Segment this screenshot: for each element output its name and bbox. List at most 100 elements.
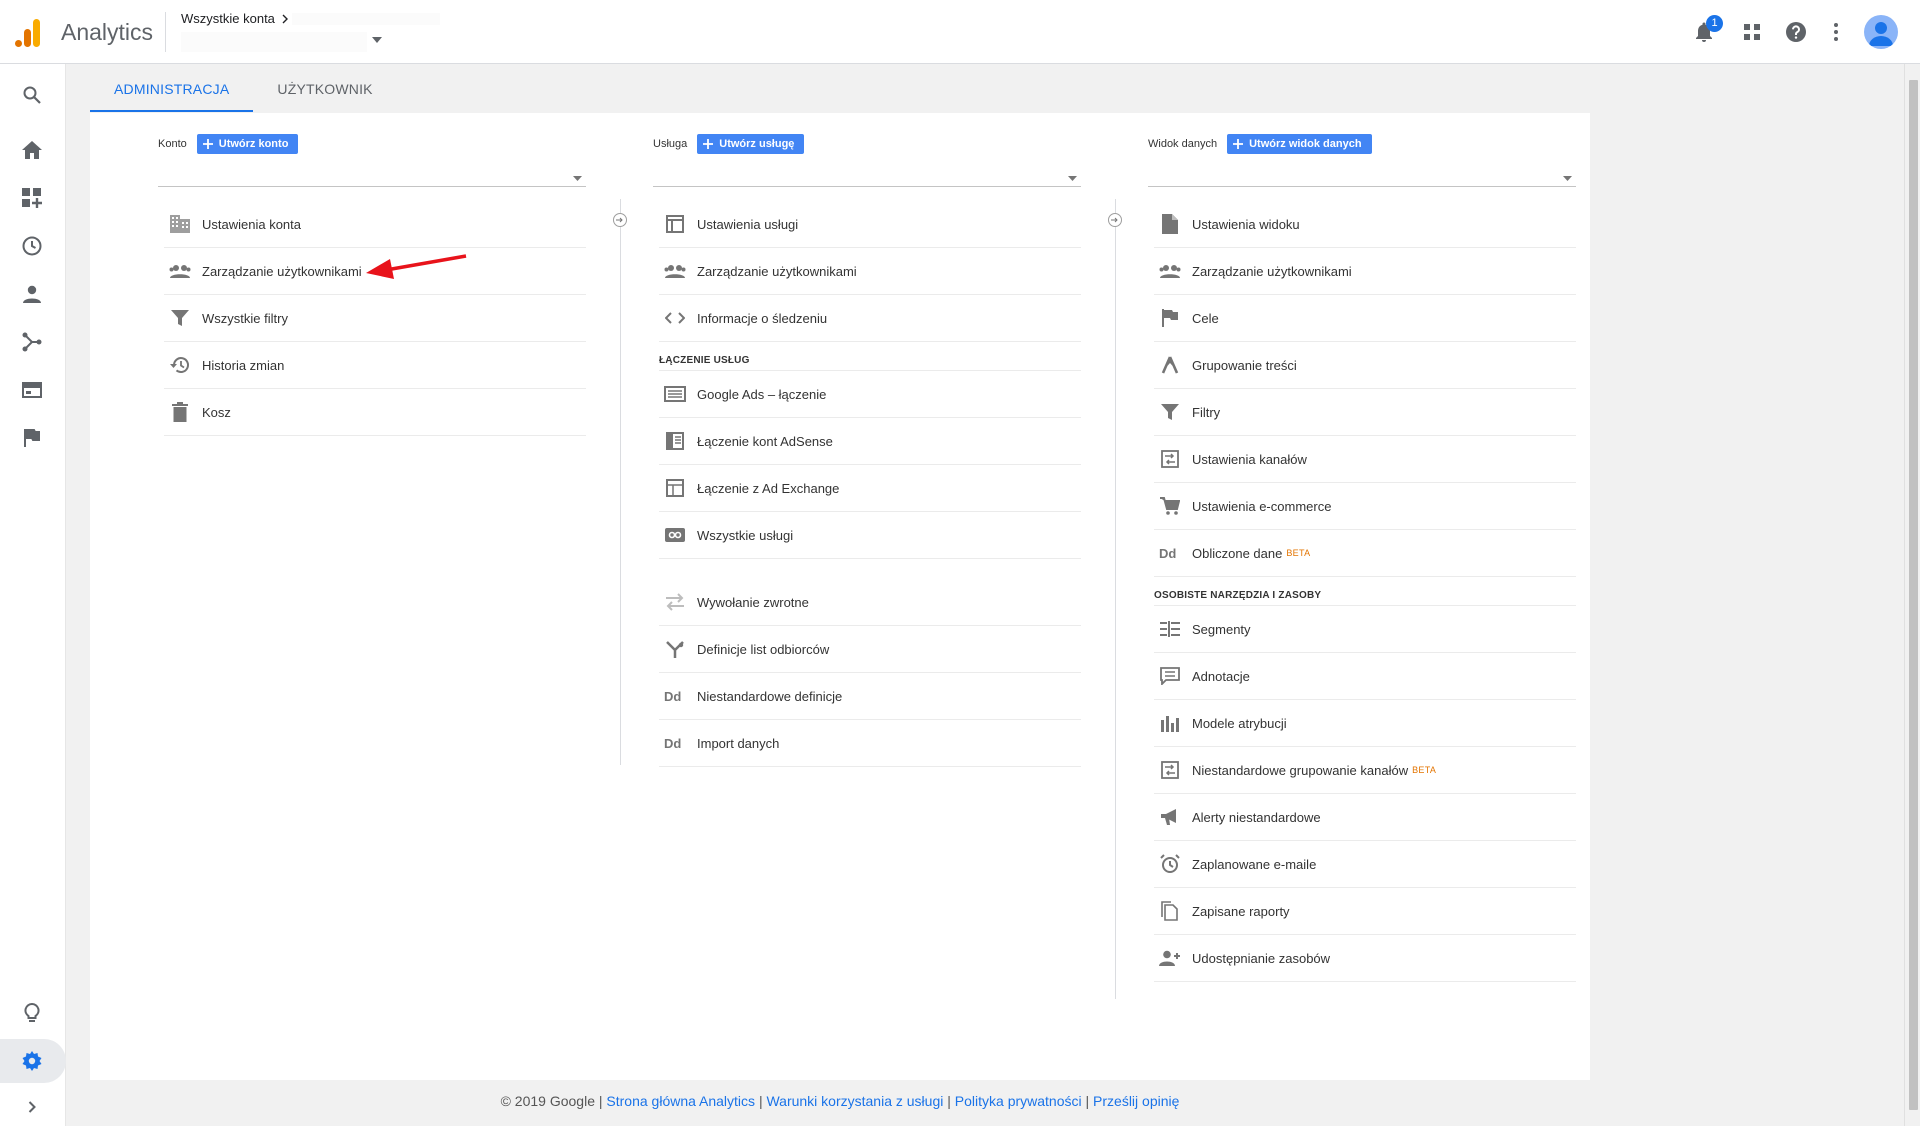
share-assets-item[interactable]: Udostępnianie zasobów (1154, 935, 1576, 982)
footer-separator: | (758, 1093, 763, 1109)
all-products-item[interactable]: Wszystkie usługi (659, 512, 1081, 559)
property-tracking-info-item[interactable]: Informacje o śledzeniu (659, 295, 1081, 342)
alarm-icon (1158, 852, 1182, 876)
google-ads-linking-item[interactable]: Google Ads – łączenie (659, 371, 1081, 418)
copyright: © 2019 Google (500, 1093, 595, 1109)
tab-uzytkownik[interactable]: UŻYTKOWNIK (253, 69, 396, 112)
footer-separator: | (947, 1093, 951, 1109)
nav-insights[interactable] (18, 999, 46, 1027)
channel-grouping-icon (1158, 758, 1182, 782)
saved-reports-item[interactable]: Zapisane raporty (1154, 888, 1576, 935)
create-property-button[interactable]: Utwórz usługę (697, 134, 805, 154)
postbacks-item[interactable]: Wywołanie zwrotne (659, 579, 1081, 626)
chevron-right-icon (281, 14, 289, 24)
flag-icon (1158, 306, 1182, 330)
nav-customization[interactable] (18, 184, 46, 212)
app-title: Analytics (61, 19, 154, 45)
filter-icon (168, 306, 192, 330)
help-button[interactable] (1780, 16, 1812, 48)
account-selector[interactable] (181, 32, 367, 52)
browser-window-icon (22, 382, 42, 398)
cart-icon (1158, 494, 1182, 518)
item-label: Google Ads – łączenie (697, 386, 827, 402)
footer-link-privacy[interactable]: Polityka prywatności (955, 1093, 1082, 1109)
account-items: Ustawienia konta Zarządzanie użytkownika… (164, 201, 586, 436)
calculated-metrics-item[interactable]: Dd Obliczone dane BETA (1154, 530, 1576, 577)
selector-dropdown-icon[interactable] (372, 37, 382, 43)
lightbulb-icon (24, 1003, 40, 1023)
item-label: Ustawienia konta (202, 216, 301, 232)
item-label: Udostępnianie zasobów (1192, 950, 1331, 966)
section-product-linking: ŁĄCZENIE USŁUG (659, 342, 1081, 371)
nav-audience[interactable] (18, 280, 46, 308)
custom-definitions-item[interactable]: Dd Niestandardowe definicje (659, 673, 1081, 720)
item-label: Alerty niestandardowe (1192, 809, 1321, 825)
account-dropdown[interactable] (158, 165, 586, 187)
scrollbar-thumb[interactable] (1909, 80, 1918, 1110)
footer-link-feedback[interactable]: Prześlij opinię (1093, 1093, 1179, 1109)
account-trash-item[interactable]: Kosz (164, 389, 586, 436)
more-options-button[interactable] (1820, 16, 1852, 48)
nav-behavior[interactable] (18, 376, 46, 404)
apps-button[interactable] (1736, 16, 1768, 48)
nav-search[interactable] (18, 81, 46, 109)
view-user-management-item[interactable]: Zarządzanie użytkownikami (1154, 248, 1576, 295)
item-label: Wszystkie usługi (697, 527, 794, 543)
channel-settings-item[interactable]: Ustawienia kanałów (1154, 436, 1576, 483)
nav-conversions[interactable] (18, 424, 46, 452)
account-avatar[interactable] (1864, 15, 1898, 49)
nav-realtime[interactable] (18, 232, 46, 260)
annotation-arrow (366, 253, 470, 283)
create-view-button[interactable]: Utwórz widok danych (1227, 134, 1372, 154)
item-label: Grupowanie treści (1192, 357, 1297, 373)
trash-icon (168, 400, 192, 424)
item-label: Kosz (202, 404, 231, 420)
breadcrumb[interactable]: Wszystkie konta (181, 11, 289, 26)
property-dropdown[interactable] (653, 165, 1081, 187)
breadcrumb-all-accounts[interactable]: Wszystkie konta (181, 11, 275, 26)
apps-grid-icon (1744, 24, 1760, 40)
channel-settings-icon (1158, 447, 1182, 471)
audience-definitions-item[interactable]: Definicje list odbiorców (659, 626, 1081, 673)
svg-text:Dd: Dd (664, 689, 681, 703)
annotations-item[interactable]: Adnotacje (1154, 653, 1576, 700)
data-import-item[interactable]: Dd Import danych (659, 720, 1081, 767)
nav-admin[interactable] (18, 1047, 46, 1075)
tab-administracja[interactable]: ADMINISTRACJA (90, 69, 254, 112)
scrollbar[interactable] (1904, 64, 1920, 1126)
view-dropdown[interactable] (1148, 165, 1576, 187)
scheduled-emails-item[interactable]: Zaplanowane e-maile (1154, 841, 1576, 888)
property-user-management-item[interactable]: Zarządzanie użytkownikami (659, 248, 1081, 295)
plus-icon (703, 139, 714, 149)
segments-item[interactable]: Segmenty (1154, 606, 1576, 653)
footer-separator: | (598, 1093, 603, 1109)
acquisition-icon (22, 332, 42, 352)
property-settings-item[interactable]: Ustawienia usługi (659, 201, 1081, 248)
attribution-models-item[interactable]: Modele atrybucji (1154, 700, 1576, 747)
account-settings-item[interactable]: Ustawienia konta (164, 201, 586, 248)
postbacks-icon (663, 590, 687, 614)
view-filters-item[interactable]: Filtry (1154, 389, 1576, 436)
top-bar: Analytics Wszystkie konta 1 (0, 0, 1920, 64)
account-change-history-item[interactable]: Historia zmian (164, 342, 586, 389)
nav-home[interactable] (18, 136, 46, 164)
nav-acquisition[interactable] (18, 328, 46, 356)
account-all-filters-item[interactable]: Wszystkie filtry (164, 295, 586, 342)
adsense-icon (663, 429, 687, 453)
person-icon (23, 285, 41, 303)
custom-alerts-item[interactable]: Alerty niestandardowe (1154, 794, 1576, 841)
create-account-button[interactable]: Utwórz konto (196, 134, 299, 154)
content-grouping-item[interactable]: Grupowanie treści (1154, 342, 1576, 389)
goals-item[interactable]: Cele (1154, 295, 1576, 342)
footer-link-terms[interactable]: Warunki korzystania z usługi (766, 1093, 943, 1109)
plus-icon (1233, 139, 1244, 149)
footer-link-analytics-home[interactable]: Strona główna Analytics (606, 1093, 755, 1109)
property-column-header: Usługa Utwórz usługę (653, 134, 805, 154)
adsense-linking-item[interactable]: Łączenie kont AdSense (659, 418, 1081, 465)
svg-text:Dd: Dd (1159, 546, 1176, 560)
custom-channel-grouping-item[interactable]: Niestandardowe grupowanie kanałów BETA (1154, 747, 1576, 794)
filter-icon (1158, 400, 1182, 424)
ecommerce-settings-item[interactable]: Ustawienia e-commerce (1154, 483, 1576, 530)
view-settings-item[interactable]: Ustawienia widoku (1154, 201, 1576, 248)
ad-exchange-linking-item[interactable]: Łączenie z Ad Exchange (659, 465, 1081, 512)
